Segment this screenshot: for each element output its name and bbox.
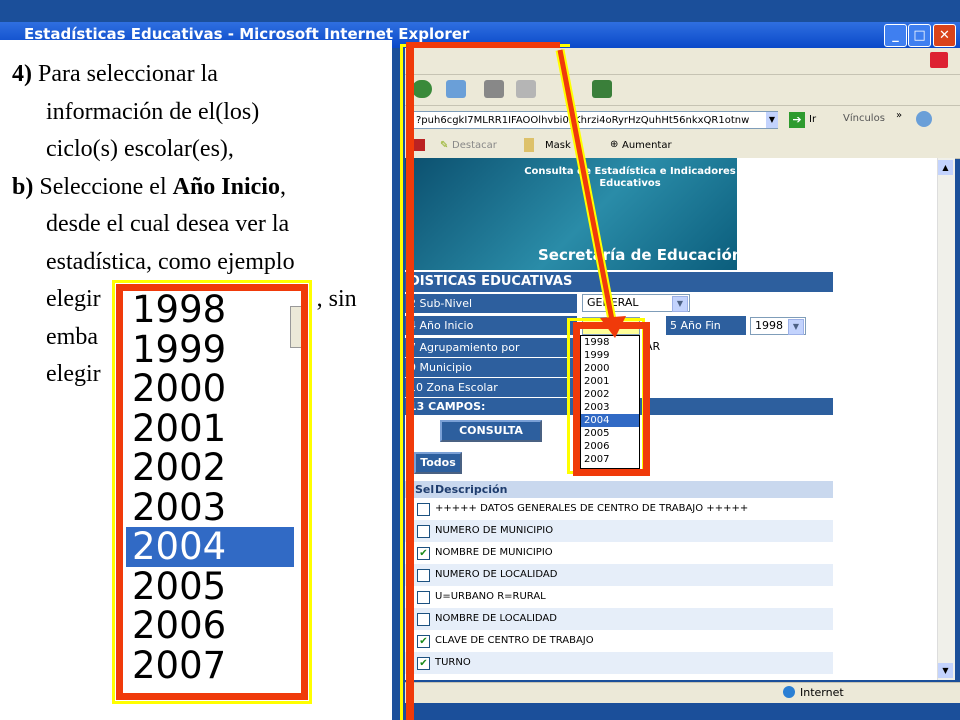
instruction-fragment: , sin — [316, 286, 357, 312]
instruction-bold: Año Inicio — [172, 173, 280, 200]
step-letter: b) — [12, 173, 34, 200]
instruction-line: Para seleccionar la — [38, 61, 218, 87]
instruction-line: información de el(los) — [46, 98, 260, 125]
instruction-punct: , — [279, 173, 286, 200]
instruction-line: estadística, como ejemplo — [46, 248, 295, 275]
instruction-line: ciclo(s) escolar(es), — [46, 136, 234, 162]
zoom-frame-red — [116, 284, 308, 700]
step-number: 4) — [12, 61, 32, 87]
instruction-line: desde el cual desea ver la — [46, 211, 290, 237]
instruction-fragment: elegir — [46, 286, 101, 312]
instruction-line: Seleccione el — [39, 173, 167, 200]
